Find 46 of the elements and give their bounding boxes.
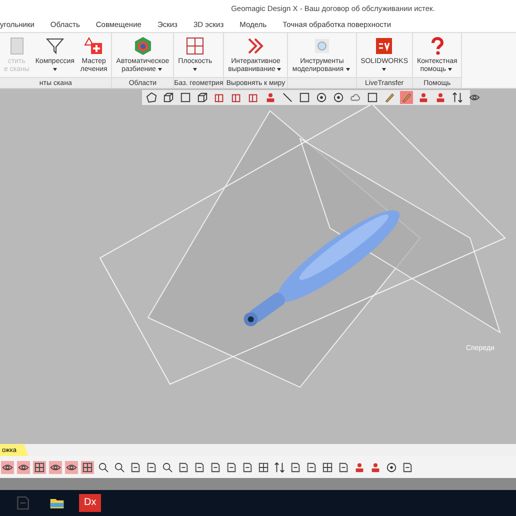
circle-icon[interactable]: [386, 462, 397, 473]
page-icon[interactable]: [210, 462, 221, 473]
solidworks-logo-icon: [374, 36, 394, 56]
zoom-icon[interactable]: [162, 462, 173, 473]
arrows-icon[interactable]: [452, 92, 463, 104]
box-icon[interactable]: [231, 92, 242, 104]
cube-icon[interactable]: [197, 92, 208, 104]
circle-icon[interactable]: [316, 92, 327, 104]
person-icon[interactable]: [370, 462, 381, 473]
page-icon[interactable]: [242, 462, 253, 473]
page-icon[interactable]: [194, 462, 205, 473]
page-icon[interactable]: [226, 462, 237, 473]
square-icon[interactable]: [367, 92, 378, 104]
page-icon[interactable]: [338, 462, 349, 473]
brush-icon[interactable]: [401, 92, 412, 104]
circle-icon[interactable]: [333, 92, 344, 104]
page-icon[interactable]: [146, 462, 157, 473]
person-icon[interactable]: [435, 92, 446, 104]
box-icon[interactable]: [214, 92, 225, 104]
align-arrows-icon: [246, 36, 266, 56]
grid-icon[interactable]: [258, 462, 269, 473]
person-icon[interactable]: [354, 462, 365, 473]
line-icon[interactable]: [282, 92, 293, 104]
funnel-icon: [44, 36, 65, 56]
grid-icon[interactable]: [82, 462, 93, 473]
page-icon[interactable]: [178, 462, 189, 473]
arrows-icon[interactable]: [274, 462, 285, 473]
person-icon[interactable]: [418, 92, 429, 104]
cube-icon[interactable]: [163, 92, 174, 104]
person-icon[interactable]: [265, 92, 276, 104]
grid-icon[interactable]: [322, 462, 333, 473]
brush-icon[interactable]: [384, 92, 395, 104]
grid-icon[interactable]: [34, 462, 45, 473]
page-icon[interactable]: [306, 462, 317, 473]
app-taskbar-button[interactable]: Dx: [79, 494, 102, 512]
zoom-icon[interactable]: [98, 462, 109, 473]
square-icon[interactable]: [299, 92, 310, 104]
medical-cross-icon: [84, 36, 104, 56]
page-icon[interactable]: [130, 462, 141, 473]
page-icon[interactable]: [402, 462, 413, 473]
box-icon[interactable]: [248, 92, 259, 104]
plane-grid-icon: [185, 36, 206, 56]
cloud-icon[interactable]: [350, 92, 361, 104]
square-icon[interactable]: [180, 92, 191, 104]
page-icon[interactable]: [290, 462, 301, 473]
zoom-icon[interactable]: [114, 462, 125, 473]
